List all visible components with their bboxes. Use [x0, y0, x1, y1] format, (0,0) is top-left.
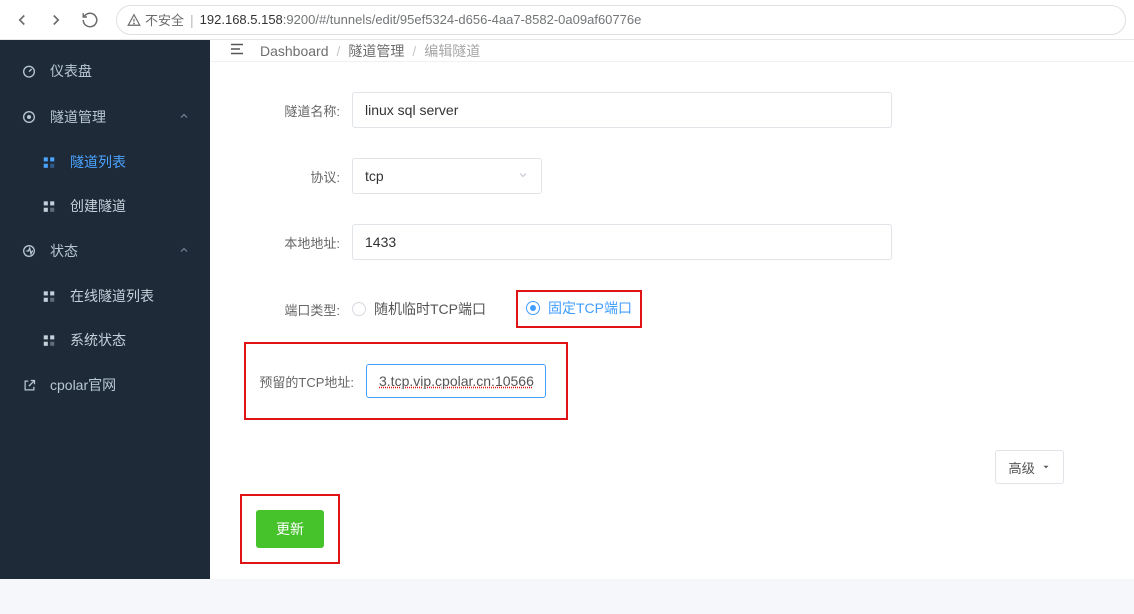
radio-label: 随机临时TCP端口 — [374, 299, 486, 319]
label-tunnel-name: 隧道名称: — [250, 101, 340, 120]
addr-divider: | — [190, 12, 194, 28]
reserved-tcp-input[interactable]: 3.tcp.vip.cpolar.cn:10566 — [366, 364, 546, 398]
address-bar[interactable]: 不安全 | 192.168.5.158:9200/#/tunnels/edit/… — [116, 5, 1126, 35]
protocol-value: tcp — [365, 168, 384, 184]
security-warning-icon: 不安全 — [127, 10, 184, 29]
chevron-up-icon — [178, 109, 190, 125]
sidebar-label: 状态 — [50, 241, 78, 261]
radio-circle-icon — [526, 301, 540, 315]
chevron-down-icon — [517, 168, 529, 184]
row-protocol: 协议: tcp — [250, 158, 1094, 194]
radio-label: 固定TCP端口 — [548, 298, 632, 318]
app-shell: 仪表盘 隧道管理 隧道列表 创建隧道 — [0, 40, 1134, 579]
sidebar-item-system-status[interactable]: 系统状态 — [0, 318, 210, 362]
port-type-radios: 随机临时TCP端口 固定TCP端口 — [352, 290, 642, 328]
grid-icon — [40, 331, 58, 349]
sidebar-item-dashboard[interactable]: 仪表盘 — [0, 48, 210, 94]
grid-icon — [40, 287, 58, 305]
advanced-button[interactable]: 高级 — [995, 450, 1064, 484]
advanced-label: 高级 — [1008, 458, 1035, 477]
menu-toggle-icon[interactable] — [228, 40, 246, 61]
tunnel-icon — [20, 108, 38, 126]
header-row: Dashboard / 隧道管理 / 编辑隧道 — [210, 40, 1134, 62]
sidebar-item-tunnels[interactable]: 隧道管理 — [0, 94, 210, 140]
security-label: 不安全 — [145, 10, 184, 29]
reload-button[interactable] — [76, 6, 104, 34]
dashboard-icon — [20, 62, 38, 80]
sidebar-label: 仪表盘 — [50, 61, 92, 81]
external-link-icon — [20, 376, 38, 394]
forward-button[interactable] — [42, 6, 70, 34]
crumb-dashboard[interactable]: Dashboard — [260, 43, 329, 59]
crumb-current: 编辑隧道 — [424, 41, 480, 61]
protocol-select[interactable]: tcp — [352, 158, 542, 194]
radio-circle-icon — [352, 302, 366, 316]
row-tunnel-name: 隧道名称: — [250, 92, 1094, 128]
row-advanced: 高级 — [250, 450, 1094, 484]
sidebar-item-status[interactable]: 状态 — [0, 228, 210, 274]
sidebar-label: 隧道管理 — [50, 107, 106, 127]
sidebar-label: 创建隧道 — [70, 196, 126, 216]
browser-bar: 不安全 | 192.168.5.158:9200/#/tunnels/edit/… — [0, 0, 1134, 40]
row-local-address: 本地地址: — [250, 224, 1094, 260]
breadcrumb: Dashboard / 隧道管理 / 编辑隧道 — [260, 41, 480, 61]
sidebar-item-tunnel-list[interactable]: 隧道列表 — [0, 140, 210, 184]
local-address-input[interactable] — [352, 224, 892, 260]
sidebar-item-cpolar-site[interactable]: cpolar官网 — [0, 362, 210, 408]
highlight-box-fixed-port: 固定TCP端口 — [516, 290, 642, 328]
reserved-tcp-value: 3.tcp.vip.cpolar.cn:10566 — [379, 373, 534, 389]
sidebar-item-online-list[interactable]: 在线隧道列表 — [0, 274, 210, 318]
sidebar-label: 隧道列表 — [70, 152, 126, 172]
sidebar-label: 系统状态 — [70, 330, 126, 350]
chevron-up-icon — [178, 243, 190, 259]
crumb-sep: / — [412, 43, 416, 59]
label-port-type: 端口类型: — [250, 300, 340, 319]
sidebar-item-tunnel-create[interactable]: 创建隧道 — [0, 184, 210, 228]
row-port-type: 端口类型: 随机临时TCP端口 固定TCP端口 — [250, 290, 1094, 328]
main-content: Dashboard / 隧道管理 / 编辑隧道 隧道名称: 协议: tcp — [210, 40, 1134, 579]
sidebar-label: cpolar官网 — [50, 375, 116, 395]
highlight-box-reserved-tcp: 预留的TCP地址: 3.tcp.vip.cpolar.cn:10566 — [244, 342, 568, 420]
row-submit: 更新 — [250, 494, 1094, 564]
update-button[interactable]: 更新 — [256, 510, 324, 548]
radio-random-port[interactable]: 随机临时TCP端口 — [352, 299, 486, 319]
address-url: 192.168.5.158:9200/#/tunnels/edit/95ef53… — [200, 12, 642, 27]
caret-down-icon — [1041, 460, 1051, 475]
label-local-address: 本地地址: — [250, 233, 340, 252]
crumb-tunnels[interactable]: 隧道管理 — [348, 41, 404, 61]
row-reserved-tcp: 预留的TCP地址: 3.tcp.vip.cpolar.cn:10566 — [244, 346, 1094, 420]
crumb-sep: / — [337, 43, 341, 59]
grid-icon — [40, 197, 58, 215]
edit-tunnel-form: 隧道名称: 协议: tcp 本地地址: 端口类型: — [210, 62, 1134, 614]
tunnel-name-input[interactable] — [352, 92, 892, 128]
radio-fixed-port[interactable]: 固定TCP端口 — [526, 298, 632, 318]
status-icon — [20, 242, 38, 260]
update-label: 更新 — [276, 521, 304, 537]
label-reserved-tcp: 预留的TCP地址: — [252, 372, 354, 391]
sidebar-label: 在线隧道列表 — [70, 286, 154, 306]
list-icon — [40, 153, 58, 171]
label-protocol: 协议: — [250, 167, 340, 186]
sidebar: 仪表盘 隧道管理 隧道列表 创建隧道 — [0, 40, 210, 579]
highlight-box-submit: 更新 — [240, 494, 340, 564]
back-button[interactable] — [8, 6, 36, 34]
